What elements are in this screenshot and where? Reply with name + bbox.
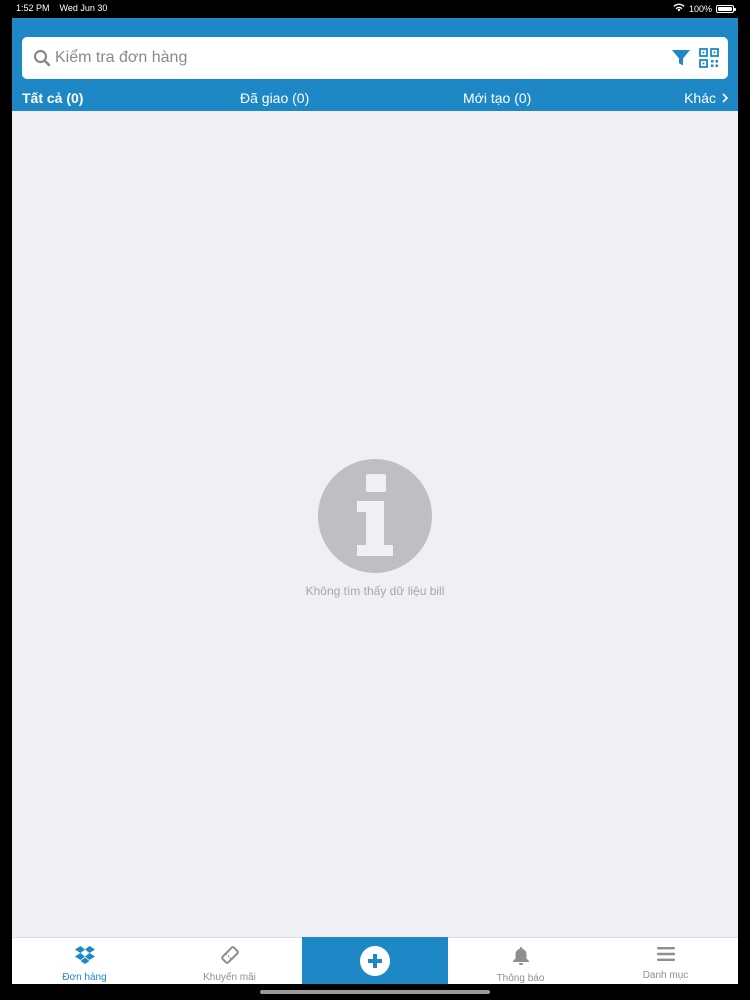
tab-more[interactable]: Khác xyxy=(684,89,729,106)
empty-message: Không tìm thấy dữ liệu bill xyxy=(305,584,445,598)
order-list: Không tìm thấy dữ liệu bill xyxy=(12,111,738,937)
qr-code-icon[interactable] xyxy=(698,47,720,69)
nav-promotions-label: Khuyến mãi xyxy=(203,972,256,983)
status-bar: 1:52 PM Wed Jun 30 100% xyxy=(0,0,750,16)
order-status-tabs: Tất cả (0) Đã giao (0) Mới tạo (0) Khác xyxy=(12,84,738,111)
info-icon xyxy=(318,459,432,573)
empty-state: Không tìm thấy dữ liệu bill xyxy=(12,459,738,598)
battery-percent: 100% xyxy=(688,3,712,14)
bottom-tab-bar: Đơn hàng Khuyến mãi Thông báo Danh mục xyxy=(12,937,738,984)
search-input[interactable] xyxy=(55,37,670,79)
bell-icon xyxy=(512,946,530,968)
nav-orders-label: Đơn hàng xyxy=(62,972,107,983)
nav-orders[interactable]: Đơn hàng xyxy=(12,938,157,984)
app-window: Tất cả (0) Đã giao (0) Mới tạo (0) Khác xyxy=(12,18,738,984)
add-order-button[interactable] xyxy=(302,937,448,984)
search-bar xyxy=(22,37,728,79)
wifi-icon xyxy=(673,3,685,14)
tab-new[interactable]: Mới tạo (0) xyxy=(463,90,531,106)
filter-icon[interactable] xyxy=(670,47,692,69)
device-screen: 1:52 PM Wed Jun 30 100% Kiểm tra đơn hàn… xyxy=(0,0,750,1000)
ticket-icon xyxy=(220,946,240,967)
header: Tất cả (0) Đã giao (0) Mới tạo (0) Khác xyxy=(12,18,738,111)
search-icon xyxy=(31,47,53,69)
plus-circle-icon xyxy=(360,945,390,976)
nav-categories-label: Danh mục xyxy=(642,970,689,981)
status-date: Wed Jun 30 xyxy=(59,3,108,13)
nav-notifications[interactable]: Thông báo xyxy=(448,938,593,984)
nav-notifications-label: Thông báo xyxy=(496,973,545,984)
menu-icon xyxy=(656,946,675,965)
battery-icon xyxy=(716,4,736,13)
chevron-right-icon xyxy=(722,90,729,106)
tab-more-label: Khác xyxy=(684,89,716,106)
nav-promotions[interactable]: Khuyến mãi xyxy=(157,938,302,984)
dropbox-icon xyxy=(74,946,95,967)
tab-delivered[interactable]: Đã giao (0) xyxy=(240,90,309,106)
tab-all[interactable]: Tất cả (0) xyxy=(22,90,83,106)
status-time: 1:52 PM xyxy=(16,3,50,13)
nav-categories[interactable]: Danh mục xyxy=(593,938,738,984)
home-indicator[interactable] xyxy=(260,990,490,994)
